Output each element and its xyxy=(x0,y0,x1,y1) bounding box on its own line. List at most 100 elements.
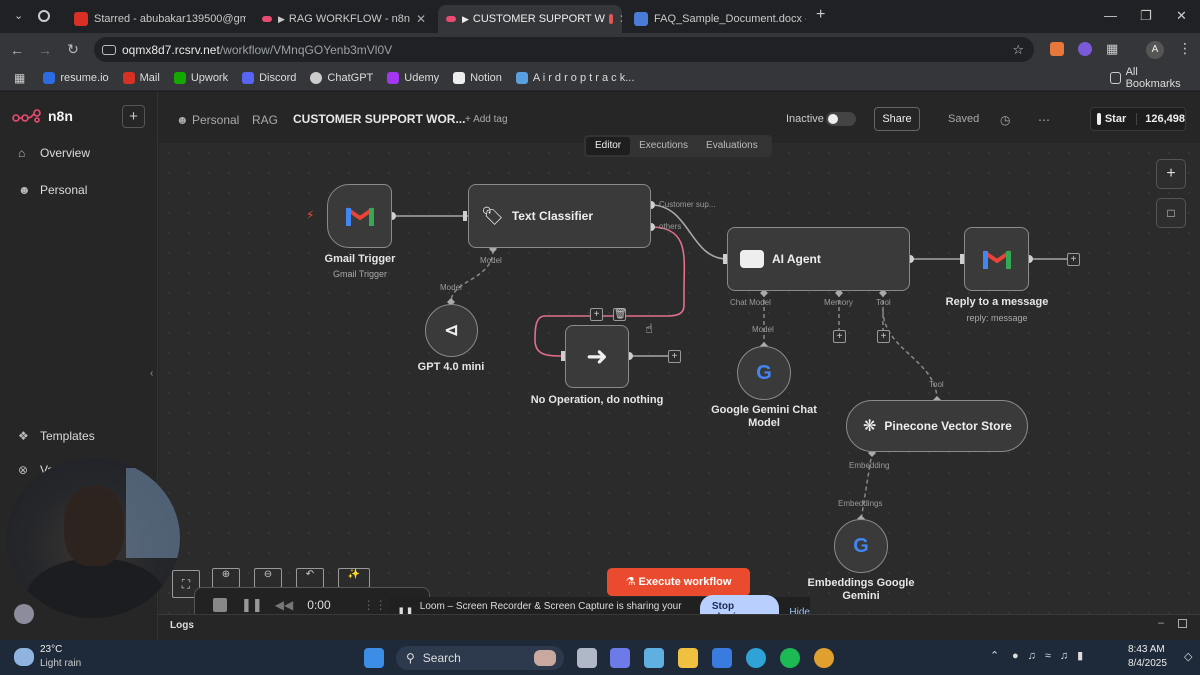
forward-icon[interactable]: → xyxy=(34,42,56,58)
drag-handle-icon[interactable]: ⋮⋮ xyxy=(363,598,387,612)
node-ai-agent[interactable]: AI Agent xyxy=(727,227,910,291)
task-view-icon[interactable] xyxy=(577,648,597,668)
site-info-icon[interactable] xyxy=(102,44,116,55)
pinned-tab[interactable] xyxy=(38,10,50,22)
node-pinecone[interactable]: ❋ Pinecone Vector Store xyxy=(846,400,1028,452)
tab-list-icon[interactable]: ⌄ xyxy=(14,9,23,22)
tab-executions[interactable]: Executions xyxy=(630,137,697,155)
node-text-classifier[interactable]: 🏷 Text Classifier xyxy=(468,184,651,248)
copilot-icon[interactable] xyxy=(644,648,664,668)
notification-bell-icon[interactable]: ◇ xyxy=(1184,650,1192,663)
reload-icon[interactable]: ↻ xyxy=(62,41,84,58)
taskbar-search[interactable]: ⚲ Search xyxy=(396,646,564,670)
back-icon[interactable]: ← xyxy=(6,42,28,58)
bookmark-airdrop[interactable]: A i r d r o p t r a c k... xyxy=(515,72,634,84)
workflow-title[interactable]: CUSTOMER SUPPORT WOR... xyxy=(293,112,465,126)
spotify-icon[interactable] xyxy=(780,648,800,668)
tab-gmail[interactable]: Starred - abubakar139500@gm ✕ xyxy=(66,5,246,33)
edge-icon[interactable] xyxy=(746,648,766,668)
execute-workflow-button[interactable]: ⚗ Execute workflow xyxy=(607,568,750,596)
tab-label: Starred - abubakar139500@gm xyxy=(94,13,246,25)
tray-chevron-icon[interactable]: ⌃ xyxy=(990,649,999,662)
meet-icon[interactable] xyxy=(610,648,630,668)
breadcrumb-project[interactable]: RAG xyxy=(252,113,278,127)
sidebar-item-personal[interactable]: ☻ Personal xyxy=(18,183,87,197)
logs-bar[interactable]: Logs – xyxy=(158,614,1200,640)
workflow-canvas[interactable] xyxy=(159,143,1200,640)
node-gemini-chat-model[interactable]: G xyxy=(737,346,791,400)
add-node-button[interactable]: + xyxy=(1067,253,1080,266)
delete-node-icon[interactable]: 🗑 xyxy=(613,308,627,321)
chrome-icon[interactable] xyxy=(814,648,834,668)
add-tool-button[interactable]: + xyxy=(877,330,890,343)
tab-evaluations[interactable]: Evaluations xyxy=(697,137,767,155)
sidebar-item-overview[interactable]: ⌂ Overview xyxy=(18,146,90,160)
puzzle-icon[interactable]: ▦ xyxy=(1106,41,1118,57)
tab-editor[interactable]: Editor xyxy=(586,137,631,155)
clean-up-icon[interactable]: ✨ xyxy=(338,568,370,588)
add-node-button[interactable]: + xyxy=(590,308,603,321)
extension-icon[interactable] xyxy=(1078,42,1092,56)
zoom-out-icon[interactable]: ⊖ xyxy=(254,568,282,588)
new-tab-icon[interactable]: + xyxy=(816,6,825,24)
bookmark-chatgpt[interactable]: ChatGPT xyxy=(310,72,373,84)
bookmark-resume[interactable]: resume.io xyxy=(43,72,109,84)
add-node-button[interactable]: + xyxy=(668,350,681,363)
node-reply-message[interactable] xyxy=(964,227,1029,291)
bookmark-upwork[interactable]: Upwork xyxy=(173,72,228,84)
tab-faq-doc[interactable]: FAQ_Sample_Document.docx - ✕ xyxy=(626,5,806,33)
node-embeddings-gemini[interactable]: G xyxy=(834,519,888,573)
pause-icon[interactable]: ❚❚ xyxy=(241,597,263,613)
more-icon[interactable]: ⋯ xyxy=(1038,113,1050,127)
bookmark-udemy[interactable]: Udemy xyxy=(387,72,439,84)
close-icon[interactable]: ✕ xyxy=(410,12,426,26)
sidebar-item-templates[interactable]: ❖ Templates xyxy=(18,429,95,443)
expand-logs-icon[interactable] xyxy=(1178,619,1187,628)
sticky-note-icon[interactable]: □ xyxy=(1156,198,1186,228)
collapse-sidebar-icon[interactable]: ‹ xyxy=(150,368,153,379)
all-bookmarks[interactable]: All Bookmarks xyxy=(1110,66,1186,90)
breadcrumb-personal[interactable]: ☻ Personal xyxy=(176,113,239,127)
store-icon[interactable] xyxy=(712,648,732,668)
minimize-logs-icon[interactable]: – xyxy=(1158,617,1164,629)
add-node-panel-button[interactable]: + xyxy=(1156,159,1186,189)
node-gmail-trigger[interactable] xyxy=(327,184,392,248)
add-memory-button[interactable]: + xyxy=(833,330,846,343)
n8n-logo[interactable]: n8n xyxy=(12,108,73,124)
profile-avatar[interactable]: A xyxy=(1146,41,1164,59)
active-toggle[interactable] xyxy=(826,112,856,126)
windows-start-icon[interactable] xyxy=(364,648,384,668)
share-button[interactable]: Share xyxy=(874,107,920,131)
menu-icon[interactable]: ⋮ xyxy=(1178,40,1192,57)
undo-icon[interactable]: ↶ xyxy=(296,568,324,588)
bookmark-discord[interactable]: Discord xyxy=(242,72,296,84)
tab-customer-support[interactable]: ▶ CUSTOMER SUPPORT W ✕ xyxy=(438,5,622,33)
zoom-in-icon[interactable]: ⊕ xyxy=(212,568,240,588)
create-button[interactable]: + xyxy=(122,105,145,128)
extension-icon[interactable] xyxy=(1050,42,1064,56)
tab-rag-workflow[interactable]: ▶ RAG WORKFLOW - n8n ✕ xyxy=(254,5,432,33)
close-window-icon[interactable]: ✕ xyxy=(1176,8,1187,24)
file-explorer-icon[interactable] xyxy=(678,648,698,668)
weather-icon[interactable] xyxy=(14,648,34,666)
bookmark-star-icon[interactable]: ☆ xyxy=(1012,42,1024,58)
minimize-icon[interactable]: — xyxy=(1104,8,1117,23)
bookmark-notion[interactable]: Notion xyxy=(453,72,502,84)
apps-grid-icon[interactable]: ▦ xyxy=(14,71,25,85)
node-no-operation[interactable]: ➜ xyxy=(565,325,629,388)
status-label: Inactive xyxy=(786,113,824,125)
add-tag-button[interactable]: + Add tag xyxy=(465,114,508,125)
node-gpt[interactable]: ⊲ xyxy=(425,304,478,357)
history-icon[interactable]: ◷ xyxy=(1000,113,1010,127)
restore-icon[interactable]: ❐ xyxy=(1140,8,1152,24)
bookmark-mail[interactable]: Mail xyxy=(122,72,160,84)
github-star-button[interactable]: Star 126,498 xyxy=(1090,107,1186,131)
stop-record-icon[interactable] xyxy=(213,598,227,612)
webcam-bubble[interactable] xyxy=(6,458,180,618)
url-input[interactable]: oqmx8d7.rcsrv.net/workflow/VMnqGOYenb3mV… xyxy=(94,37,1034,62)
rewind-icon[interactable]: ◀◀ xyxy=(275,598,293,612)
tray-icons[interactable]: ●♫≈♫▮ xyxy=(1012,649,1092,662)
user-avatar[interactable] xyxy=(14,604,34,624)
pinecone-icon: ❋ xyxy=(863,418,877,435)
close-icon[interactable]: ✕ xyxy=(613,12,622,26)
